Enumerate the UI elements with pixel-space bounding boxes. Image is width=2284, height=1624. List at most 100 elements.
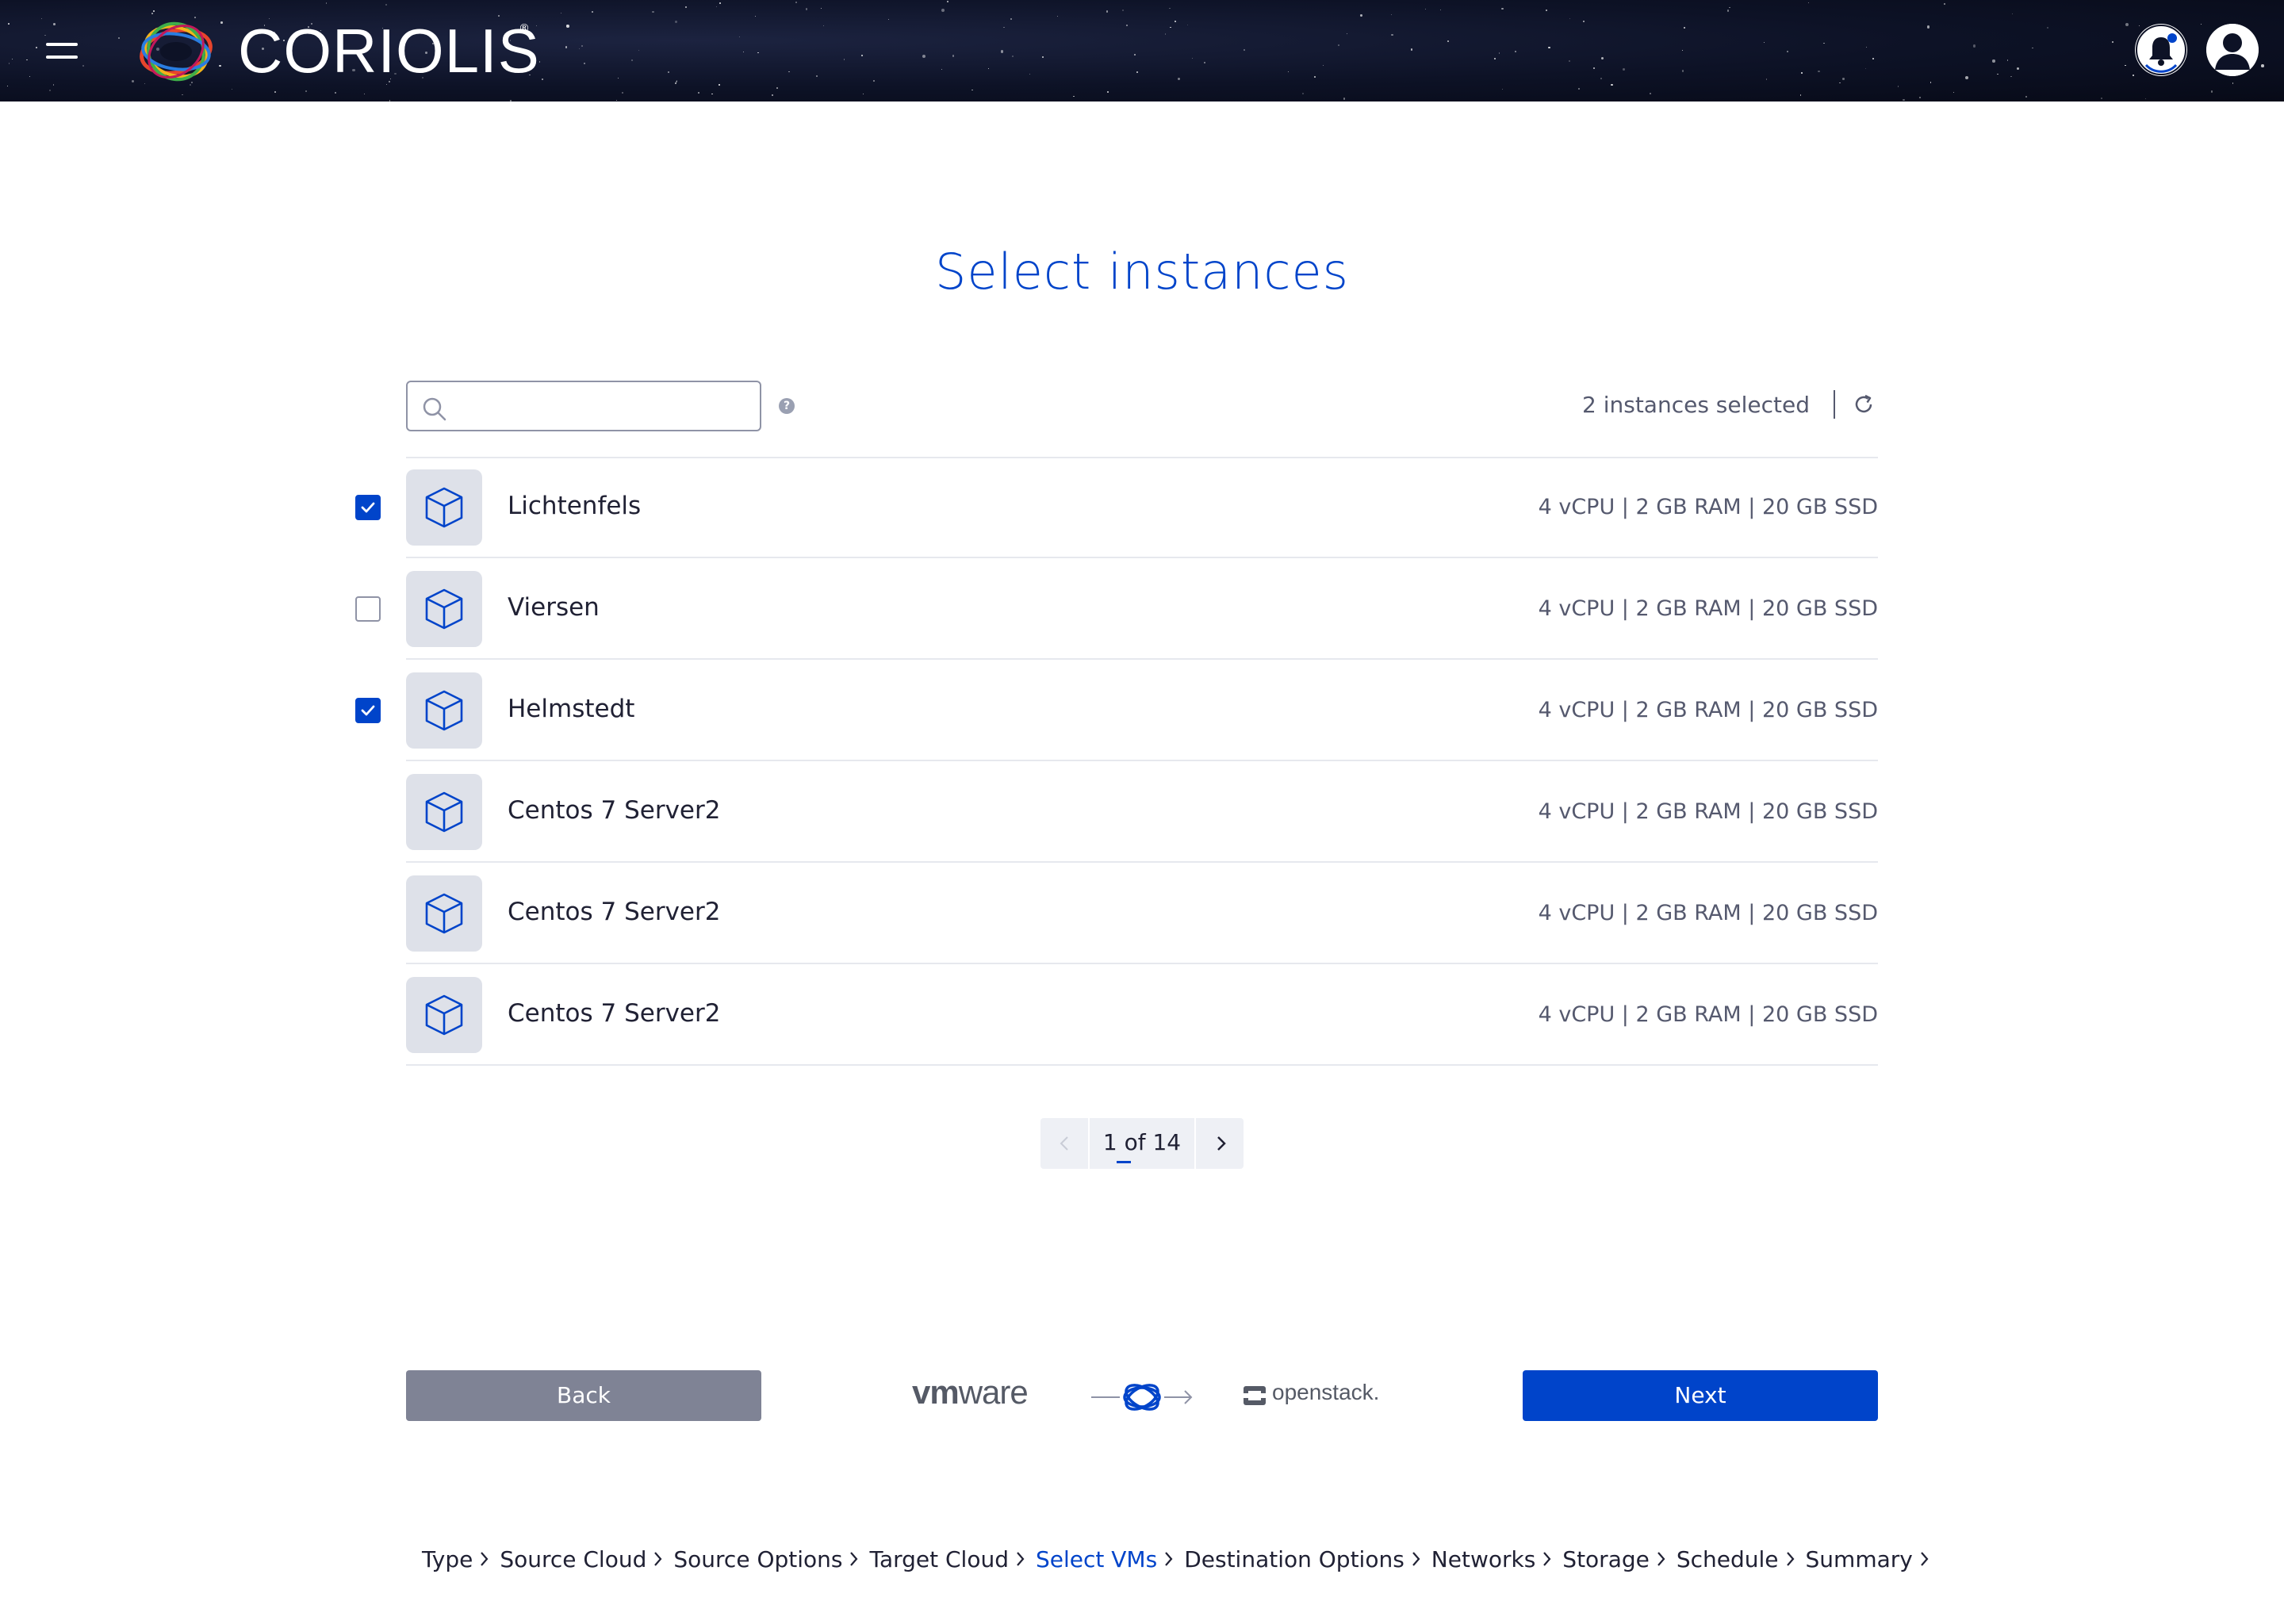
star	[29, 75, 30, 77]
star	[2100, 97, 2102, 99]
instance-name[interactable]: Centos 7 Server2	[508, 796, 720, 825]
instance-row[interactable]: Centos 7 Server2 4 vCPU | 2 GB RAM | 20 G…	[0, 761, 2284, 863]
star	[1726, 10, 1730, 12]
star	[82, 64, 85, 67]
back-button[interactable]: Back	[406, 1370, 761, 1421]
star	[1593, 67, 1596, 69]
breadcrumb-step[interactable]: Select VMs	[1036, 1546, 1176, 1572]
vm-box-icon	[406, 672, 482, 749]
checkmark-icon	[361, 502, 375, 513]
breadcrumb-step-label: Type	[422, 1545, 473, 1572]
star	[652, 10, 654, 13]
breadcrumb-step[interactable]: Target Cloud	[869, 1546, 1028, 1572]
star	[1106, 90, 1109, 94]
star	[795, 2, 797, 4]
instance-name[interactable]: Lichtenfels	[508, 492, 641, 520]
star	[274, 91, 277, 93]
row-divider	[406, 1064, 1878, 1066]
breadcrumb-step-label: Source Cloud	[500, 1545, 647, 1572]
star	[385, 3, 387, 6]
star	[1410, 48, 1413, 51]
star	[305, 90, 307, 93]
previous-page-button[interactable]	[1040, 1118, 1090, 1169]
star	[1548, 46, 1550, 49]
star	[1577, 88, 1580, 90]
star	[52, 84, 55, 86]
breadcrumb-step[interactable]: Type	[422, 1546, 492, 1572]
divider	[1834, 390, 1835, 419]
instance-name[interactable]: Centos 7 Server2	[508, 999, 720, 1028]
star	[1973, 44, 1976, 48]
star	[1729, 6, 1731, 9]
star	[220, 21, 223, 24]
star	[674, 82, 676, 84]
cube-icon	[425, 994, 463, 1036]
star	[1600, 56, 1604, 59]
star	[1122, 9, 1125, 11]
bell-icon	[2136, 25, 2186, 75]
hamburger-menu-icon[interactable]	[46, 40, 81, 62]
instance-checkbox[interactable]	[355, 495, 381, 520]
breadcrumb-step[interactable]: Networks	[1431, 1546, 1555, 1572]
help-icon[interactable]: ?	[779, 398, 795, 414]
instance-row[interactable]: Viersen 4 vCPU | 2 GB RAM | 20 GB SSD	[0, 558, 2284, 660]
instance-row[interactable]: Centos 7 Server2 4 vCPU | 2 GB RAM | 20 G…	[0, 863, 2284, 964]
instance-name[interactable]: Helmstedt	[508, 695, 634, 723]
star	[1807, 2, 1809, 4]
star	[754, 15, 757, 17]
breadcrumb-step[interactable]: Source Cloud	[500, 1546, 665, 1572]
star	[1164, 33, 1167, 35]
breadcrumb-step-label: Summary	[1805, 1545, 1913, 1572]
vm-box-icon	[406, 469, 482, 546]
coriolis-logo-icon	[140, 21, 213, 82]
search-field[interactable]	[406, 381, 761, 431]
star	[1501, 88, 1504, 90]
star	[2016, 67, 2020, 71]
instance-row[interactable]: Helmstedt 4 vCPU | 2 GB RAM | 20 GB SSD	[0, 660, 2284, 761]
breadcrumb-step[interactable]: Source Options	[673, 1546, 861, 1572]
breadcrumb-step[interactable]: Schedule	[1677, 1546, 1798, 1572]
star	[1073, 95, 1075, 98]
breadcrumb-step[interactable]: Destination Options	[1184, 1546, 1424, 1572]
star	[1903, 98, 1905, 102]
breadcrumb-step[interactable]: Storage	[1562, 1546, 1669, 1572]
refresh-icon[interactable]	[1851, 392, 1876, 417]
star	[816, 75, 818, 77]
star	[566, 24, 570, 28]
instance-specs: 4 vCPU | 2 GB RAM | 20 GB SSD	[1538, 1002, 1878, 1027]
star	[182, 94, 183, 96]
notifications-button[interactable]	[2135, 24, 2187, 76]
pagination: 1 of 14	[1040, 1118, 1244, 1169]
star	[2261, 64, 2264, 67]
star	[1175, 20, 1176, 22]
instance-row[interactable]: Lichtenfels 4 vCPU | 2 GB RAM | 20 GB SSD	[0, 457, 2284, 558]
star	[821, 7, 822, 10]
top-navbar: CORIOLIS ®	[0, 0, 2284, 102]
star	[888, 18, 890, 20]
user-avatar-icon	[2206, 24, 2259, 76]
star	[941, 69, 943, 71]
star	[1919, 97, 1921, 98]
search-input[interactable]	[455, 390, 749, 422]
star	[1244, 49, 1246, 52]
next-page-button[interactable]	[1194, 1118, 1244, 1169]
instance-checkbox[interactable]	[355, 698, 381, 723]
star	[697, 92, 699, 94]
breadcrumb-step[interactable]: Summary	[1806, 1546, 1932, 1572]
star	[1447, 40, 1449, 42]
star	[2211, 90, 2213, 93]
star	[716, 6, 718, 7]
star	[872, 79, 876, 82]
star	[1953, 92, 1954, 94]
user-profile-button[interactable]	[2206, 24, 2259, 76]
star	[2010, 75, 2012, 78]
star	[1494, 58, 1496, 60]
vm-box-icon	[406, 774, 482, 850]
star	[1799, 94, 1801, 96]
next-button[interactable]: Next	[1523, 1370, 1878, 1421]
instance-checkbox[interactable]	[355, 596, 381, 622]
instance-row[interactable]: Centos 7 Server2 4 vCPU | 2 GB RAM | 20 G…	[0, 964, 2284, 1066]
star	[1134, 54, 1136, 56]
instance-name[interactable]: Centos 7 Server2	[508, 898, 720, 926]
instance-name[interactable]: Viersen	[508, 593, 600, 622]
